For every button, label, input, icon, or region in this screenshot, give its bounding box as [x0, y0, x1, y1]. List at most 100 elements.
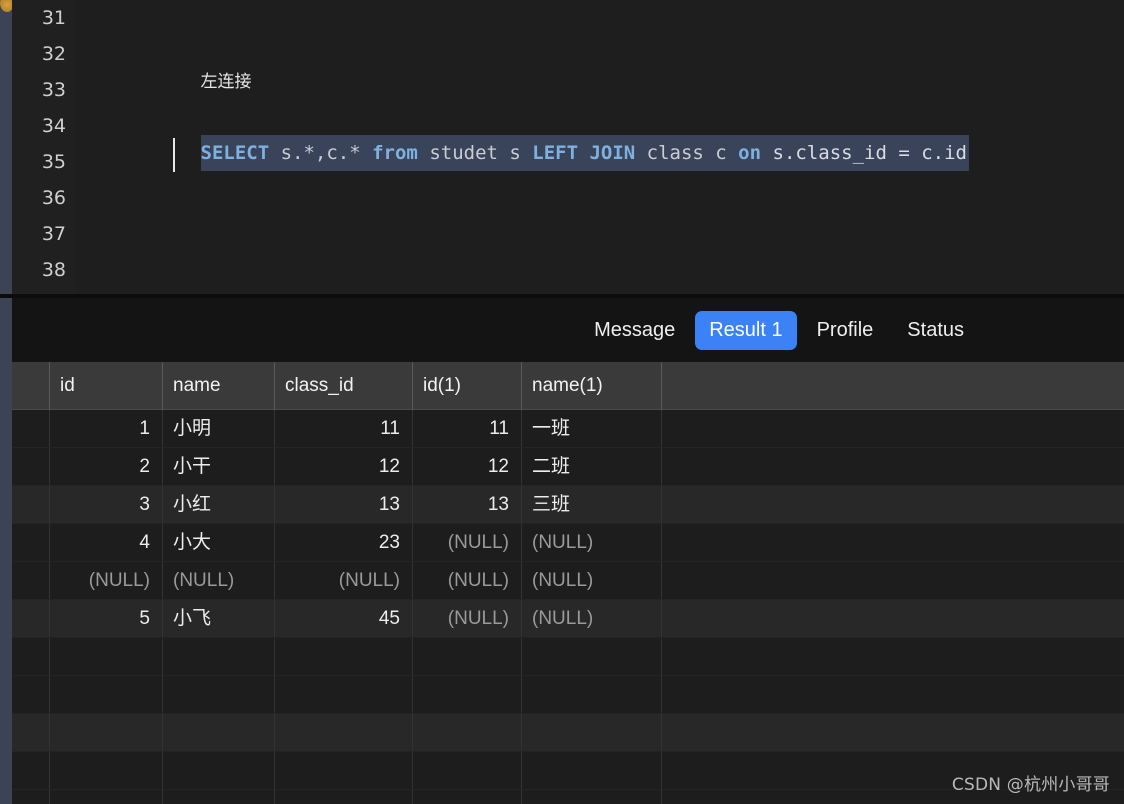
table-cell[interactable]: 45 [275, 600, 413, 637]
table-cell[interactable] [413, 676, 522, 713]
table-cell[interactable]: 小飞 [163, 600, 275, 637]
table-row[interactable]: 5 小飞 45 (NULL) (NULL) [12, 600, 1124, 638]
selected-sql-statement[interactable]: SELECT s.*,c.* from studet s LEFT JOIN c… [200, 135, 969, 171]
header-row-gutter [12, 362, 50, 410]
table-cell[interactable]: 11 [413, 410, 522, 447]
keyword-left-join: LEFT JOIN [520, 142, 636, 164]
column-header[interactable]: id(1) [413, 362, 522, 410]
table-cell[interactable] [522, 790, 662, 804]
row-gutter[interactable] [12, 562, 50, 599]
column-header[interactable]: id [50, 362, 163, 410]
table-cell[interactable]: (NULL) [522, 562, 662, 599]
table-cell[interactable] [163, 790, 275, 804]
table-row[interactable]: 4 小大 23 (NULL) (NULL) [12, 524, 1124, 562]
table-cell[interactable] [275, 752, 413, 789]
table-row[interactable] [12, 676, 1124, 714]
table-cell[interactable] [163, 638, 275, 675]
column-header[interactable]: class_id [275, 362, 413, 410]
table-row[interactable]: (NULL) (NULL) (NULL) (NULL) (NULL) [12, 562, 1124, 600]
tab-profile[interactable]: Profile [803, 311, 888, 350]
table-cell[interactable] [275, 638, 413, 675]
table-row[interactable] [12, 638, 1124, 676]
table-cell[interactable]: (NULL) [522, 600, 662, 637]
table-cell[interactable] [522, 714, 662, 751]
table-cell[interactable]: (NULL) [413, 562, 522, 599]
table-cell[interactable] [522, 638, 662, 675]
row-gutter[interactable] [12, 752, 50, 789]
row-gutter[interactable] [12, 486, 50, 523]
code-line-comment: 左连接 [109, 27, 252, 92]
table-row[interactable]: 3 小红 13 13 三班 [12, 486, 1124, 524]
row-gutter[interactable] [12, 676, 50, 713]
table-cell[interactable]: 13 [413, 486, 522, 523]
table-cell[interactable] [522, 752, 662, 789]
row-gutter[interactable] [12, 638, 50, 675]
table-cell[interactable] [163, 752, 275, 789]
table-cell[interactable] [413, 752, 522, 789]
text-caret [173, 138, 175, 172]
table-cell[interactable]: 12 [413, 448, 522, 485]
left-rail [0, 0, 14, 804]
table-cell[interactable] [163, 714, 275, 751]
table-cell[interactable]: 12 [275, 448, 413, 485]
table-cell[interactable] [50, 638, 163, 675]
table-cell[interactable]: 2 [50, 448, 163, 485]
table-row[interactable] [12, 714, 1124, 752]
row-gutter[interactable] [12, 790, 50, 804]
line-number: 32 [41, 43, 66, 65]
row-gutter[interactable] [12, 714, 50, 751]
tab-message[interactable]: Message [580, 311, 689, 350]
table-cell[interactable]: 13 [275, 486, 413, 523]
table-cell[interactable] [413, 714, 522, 751]
table-cell[interactable]: 4 [50, 524, 163, 561]
table-row[interactable]: 2 小干 12 12 二班 [12, 448, 1124, 486]
result-grid-rows[interactable]: 1 小明 11 11 一班 2 小干 12 12 二班 3 小红 13 13 三班 4 小大 23 (NULL) (N… [12, 410, 1124, 804]
tab-status[interactable]: Status [893, 311, 978, 350]
watermark: CSDN @杭州小哥哥 [951, 775, 1110, 795]
row-gutter[interactable] [12, 448, 50, 485]
column-header[interactable]: name(1) [522, 362, 662, 410]
table-cell[interactable] [275, 790, 413, 804]
table-cell[interactable]: 小明 [163, 410, 275, 447]
table-cell[interactable]: 3 [50, 486, 163, 523]
row-gutter[interactable] [12, 410, 50, 447]
result-grid-header: id name class_id id(1) name(1) [12, 362, 1124, 410]
table-cell[interactable]: 二班 [522, 448, 662, 485]
sql-editor[interactable]: 31 32 33 34 35 36 37 38 左连接 SELECT s.*,c.* from… [12, 0, 1124, 294]
table-cell[interactable] [275, 714, 413, 751]
table-cell[interactable]: 23 [275, 524, 413, 561]
table-cell[interactable]: (NULL) [163, 562, 275, 599]
table-cell[interactable]: 小大 [163, 524, 275, 561]
table-cell[interactable] [50, 714, 163, 751]
table-cell[interactable] [163, 676, 275, 713]
tab-result-1[interactable]: Result 1 [695, 310, 797, 350]
line-number-gutter: 31 32 33 34 35 36 37 38 [12, 0, 76, 294]
table-cell[interactable]: 一班 [522, 410, 662, 447]
column-header[interactable]: name [163, 362, 275, 410]
row-gutter[interactable] [12, 524, 50, 561]
table-cell[interactable] [50, 790, 163, 804]
table-cell[interactable] [413, 638, 522, 675]
row-gutter[interactable] [12, 600, 50, 637]
table-cell[interactable]: (NULL) [275, 562, 413, 599]
table-cell[interactable]: 小干 [163, 448, 275, 485]
table-cell[interactable]: 小红 [163, 486, 275, 523]
code-area[interactable]: 左连接 SELECT s.*,c.* from studet s LEFT JO… [76, 0, 1124, 294]
result-grid[interactable]: id name class_id id(1) name(1) 1 小明 11 11 一班 2 小干 1… [12, 362, 1124, 804]
table-cell[interactable]: (NULL) [50, 562, 163, 599]
table-cell[interactable]: 11 [275, 410, 413, 447]
table-cell[interactable] [50, 752, 163, 789]
table-cell[interactable]: 1 [50, 410, 163, 447]
table-cell[interactable] [275, 676, 413, 713]
table-cell[interactable]: (NULL) [413, 600, 522, 637]
table-cell[interactable]: 三班 [522, 486, 662, 523]
table-cell[interactable]: 5 [50, 600, 163, 637]
table-cell[interactable] [522, 676, 662, 713]
table-cell[interactable] [413, 790, 522, 804]
code-line-sql[interactable]: SELECT s.*,c.* from studet s LEFT JOIN c… [109, 99, 969, 171]
table-cell[interactable] [50, 676, 163, 713]
table-cell[interactable]: (NULL) [522, 524, 662, 561]
line-number: 37 [41, 223, 66, 245]
table-row[interactable]: 1 小明 11 11 一班 [12, 410, 1124, 448]
table-cell[interactable]: (NULL) [413, 524, 522, 561]
